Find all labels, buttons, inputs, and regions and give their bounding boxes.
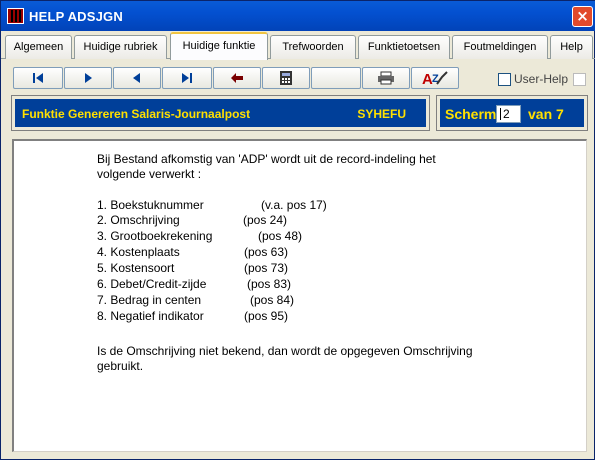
item-pos: (pos 24) [243,213,288,227]
print-button[interactable] [362,67,410,89]
first-page-icon [33,73,43,83]
item-pos: (pos 73) [244,261,289,275]
list-item: 4. Kostenplaats (pos 63) [97,245,288,260]
first-page-button[interactable] [13,67,63,89]
user-help-label: User-Help [514,72,569,86]
list-item: 3. Grootboekrekening (pos 48) [97,229,302,244]
last-page-button[interactable] [162,67,212,89]
item-label: 5. Kostensoort [97,261,175,275]
item-pos: (pos 95) [244,309,289,323]
return-button[interactable] [213,67,261,89]
title-bar[interactable]: HELP ADSJGN × [1,1,595,31]
function-code: SYHEFU [357,107,406,121]
list-item: 1. Boekstuknummer (v.a. pos 17) [97,198,327,213]
footer-line-1: Is de Omschrijving niet bekend, dan word… [97,344,473,358]
last-page-icon [182,73,192,83]
list-item: 7. Bedrag in centen (pos 84) [97,293,294,308]
item-pos: (pos 83) [247,277,292,291]
help-content: Bij Bestand afkomstig van 'ADP' wordt ui… [12,139,587,452]
list-item: 8. Negatief indikator (pos 95) [97,309,288,324]
tab-algemeen[interactable]: Algemeen [5,35,72,59]
function-title: Funktie Genereren Salaris-Journaalpost [22,107,251,121]
item-pos: (pos 63) [244,245,289,259]
calculator-icon [280,71,292,85]
item-label: 7. Bedrag in centen [97,293,202,307]
list-item: 2. Omschrijving (pos 24) [97,213,287,228]
help-window: HELP ADSJGN × Algemeen Huidige rubriek H… [0,0,595,460]
tab-help[interactable]: Help [550,35,593,59]
screen-number-input[interactable]: 2 [496,105,521,123]
secondary-checkbox[interactable] [573,73,586,86]
item-label: 1. Boekstuknummer [97,198,204,212]
item-pos: (v.a. pos 17) [261,198,327,212]
screen-total-label: van 7 [528,106,564,122]
tab-bar: Algemeen Huidige rubriek Huidige funktie… [1,31,595,60]
spell-check-button[interactable]: AZ [411,67,459,89]
tab-huidige-funktie[interactable]: Huidige funktie [170,32,268,60]
item-label: 2. Omschrijving [97,213,180,227]
close-button[interactable]: × [572,6,593,27]
tab-huidige-rubriek[interactable]: Huidige rubriek [74,35,167,59]
forward-button[interactable] [64,67,112,89]
window-title: HELP ADSJGN [29,9,123,24]
tab-trefwoorden[interactable]: Trefwoorden [270,35,356,59]
item-label: 8. Negatief indikator [97,309,204,323]
blank-button[interactable] [311,67,361,89]
screen-label: Scherm [445,106,497,122]
play-forward-icon [85,73,92,83]
play-back-icon [133,73,140,83]
item-label: 3. Grootboekrekening [97,229,213,243]
user-help-checkbox[interactable] [498,73,511,86]
intro-line-2: volgende verwerkt : [97,167,202,181]
spell-check-icon: AZ [422,71,448,87]
item-label: 4. Kostenplaats [97,245,180,259]
list-item: 6. Debet/Credit-zijde (pos 83) [97,277,291,292]
tab-funktietoetsen[interactable]: Funktietoetsen [358,35,450,59]
calculator-button[interactable] [262,67,310,89]
item-pos: (pos 84) [250,293,295,307]
footer-line-2: gebruikt. [97,359,144,373]
tab-foutmeldingen[interactable]: Foutmeldingen [452,35,548,59]
item-label: 6. Debet/Credit-zijde [97,277,207,291]
back-button[interactable] [113,67,161,89]
return-arrow-icon [231,73,243,83]
function-header: Funktie Genereren Salaris-Journaalpost S… [11,95,430,131]
screen-indicator: Scherm 2 van 7 [436,95,588,131]
item-pos: (pos 48) [258,229,303,243]
printer-icon [378,71,394,85]
intro-line-1: Bij Bestand afkomstig van 'ADP' wordt ui… [97,152,436,166]
list-item: 5. Kostensoort (pos 73) [97,261,288,276]
app-icon [7,8,24,24]
